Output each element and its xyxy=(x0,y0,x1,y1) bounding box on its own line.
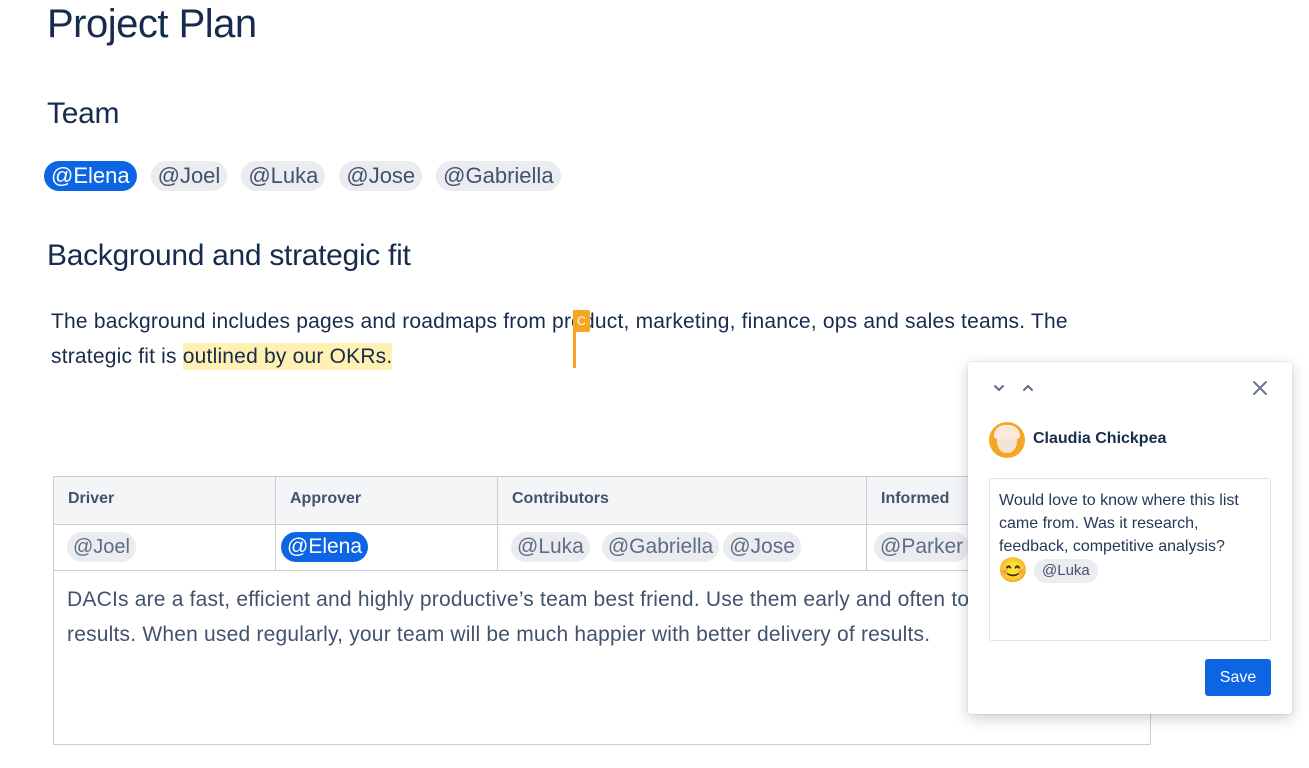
save-button[interactable]: Save xyxy=(1205,659,1271,696)
table-header-cell[interactable]: Driver xyxy=(54,477,276,524)
commented-highlight[interactable]: outlined by our OKRs. xyxy=(182,343,393,370)
table-cell[interactable]: @Luka @Gabriella @Jose xyxy=(498,524,867,570)
mention-chip[interactable]: @Luka xyxy=(1034,559,1098,583)
comment-panel: Claudia Chickpea Would love to know wher… xyxy=(968,362,1292,714)
comment-text: Would love to know where this list came … xyxy=(999,492,1239,555)
smile-emoji-icon: 😊 xyxy=(998,557,1028,584)
header-contributors: Contributors xyxy=(512,490,609,507)
table-cell[interactable]: @Elena xyxy=(276,524,498,570)
avatar-hair xyxy=(994,425,1020,439)
close-icon[interactable] xyxy=(1250,379,1270,401)
table-header-cell[interactable]: Approver xyxy=(276,477,498,524)
mention-chip[interactable]: @Jose xyxy=(723,532,801,562)
table-header-cell[interactable]: Contributors xyxy=(498,477,867,524)
avatar[interactable] xyxy=(989,422,1025,458)
mention-chip[interactable]: @Gabriella xyxy=(436,161,561,191)
table-cell[interactable]: @Joel xyxy=(54,524,276,570)
comment-editor[interactable]: Would love to know where this list came … xyxy=(989,478,1271,641)
mention-chip[interactable]: @Joel xyxy=(67,532,136,562)
header-driver: Driver xyxy=(68,490,115,507)
background-heading: Background and strategic fit xyxy=(47,239,411,272)
team-mentions: @Elena @Joel @Luka @Jose @Gabriella xyxy=(44,161,575,191)
mention-chip[interactable]: @Parker xyxy=(874,532,970,562)
mention-chip[interactable]: @Luka xyxy=(241,161,326,191)
header-approver: Approver xyxy=(290,490,362,507)
mention-chip[interactable]: @Elena xyxy=(281,532,369,562)
chevron-down-icon[interactable] xyxy=(989,381,1009,401)
comment-author[interactable]: Claudia Chickpea xyxy=(1033,430,1166,448)
chevron-up-icon[interactable] xyxy=(1018,381,1038,401)
page-title: Project Plan xyxy=(47,2,257,46)
mention-chip[interactable]: @Joel xyxy=(150,161,228,191)
mention-chip[interactable]: @Luka xyxy=(511,532,590,562)
mention-chip[interactable]: @Gabriella xyxy=(601,532,720,562)
team-heading: Team xyxy=(47,97,120,130)
mention-chip[interactable]: @Jose xyxy=(339,161,423,191)
header-informed: Informed xyxy=(881,490,950,507)
mention-chip[interactable]: @Elena xyxy=(44,161,137,191)
